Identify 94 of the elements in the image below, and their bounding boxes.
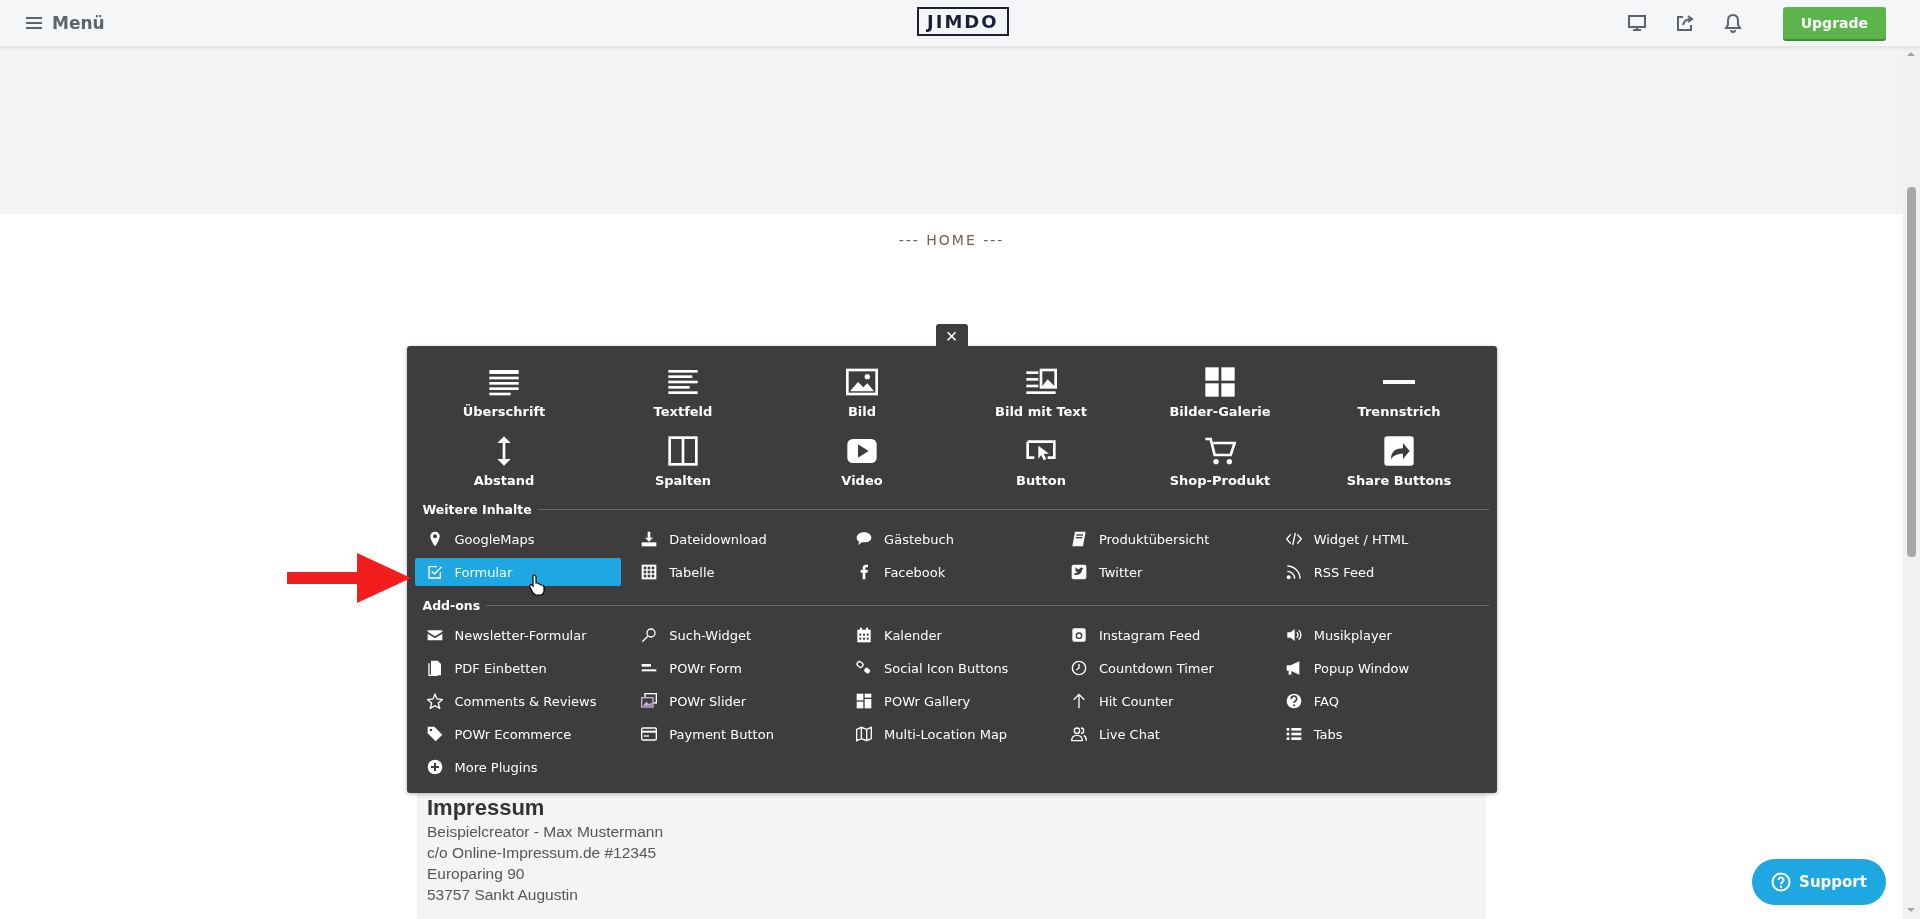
navigation-title[interactable]: --- HOME --- xyxy=(898,232,1005,248)
content-item[interactable]: Live Chat xyxy=(1058,720,1266,748)
speech-bubble-icon xyxy=(856,531,873,547)
megaphone-icon xyxy=(1285,660,1302,676)
content-item[interactable]: Social Icon Buttons xyxy=(844,654,1051,682)
scrollbar[interactable] xyxy=(1903,47,1920,919)
address-line: Beispielcreator - Max Mustermann xyxy=(427,822,665,842)
content-item[interactable]: Such-Widget xyxy=(629,621,837,649)
scroll-down-icon[interactable] xyxy=(1906,905,1916,915)
hand-cursor-icon xyxy=(528,574,545,596)
calendar-icon xyxy=(856,627,873,643)
content-item[interactable]: POWr Slider xyxy=(629,687,837,715)
content-tile[interactable]: Überschrift xyxy=(414,364,594,421)
tag-icon xyxy=(426,726,443,742)
content-tile[interactable]: Spalten xyxy=(593,433,773,490)
tiles-icon xyxy=(856,693,873,709)
magnifier-icon xyxy=(641,627,658,643)
content-item[interactable]: Hit Counter xyxy=(1058,687,1266,715)
content-tile[interactable]: Video xyxy=(772,433,952,490)
grid-icon xyxy=(1204,366,1236,398)
content-item[interactable]: More Plugins xyxy=(414,753,622,781)
code-icon xyxy=(1285,531,1302,547)
help-icon xyxy=(1285,693,1302,709)
menu-icon xyxy=(26,17,42,29)
content-item[interactable]: Comments & Reviews xyxy=(414,687,622,715)
content-item[interactable]: Musikplayer xyxy=(1273,621,1481,649)
content-item[interactable]: Produktübersicht xyxy=(1058,525,1266,553)
folded-map-icon xyxy=(856,726,873,742)
logo: JIMDO xyxy=(917,7,1009,36)
content-item[interactable]: Tabs xyxy=(1273,720,1481,748)
address-line: Europaring 90 xyxy=(427,864,526,884)
content-item[interactable]: Facebook xyxy=(844,558,1051,586)
scrollbar-thumb[interactable] xyxy=(1907,187,1916,557)
content-item[interactable]: Widget / HTML xyxy=(1273,525,1481,553)
content-item[interactable]: Gästebuch xyxy=(844,525,1051,553)
address-line: 53757 Sankt Augustin xyxy=(427,885,579,905)
impressum-title: Impressum xyxy=(427,795,546,821)
content-item[interactable]: Kalender xyxy=(844,621,1051,649)
section-title: Add-ons xyxy=(421,598,481,613)
notification-bell-icon[interactable] xyxy=(1722,13,1743,33)
content-item[interactable]: POWr Gallery xyxy=(844,687,1051,715)
content-tile[interactable]: Bild xyxy=(772,364,952,421)
share-icon[interactable] xyxy=(1674,13,1695,33)
content-tile[interactable]: Bild mit Text xyxy=(951,364,1131,421)
columns-icon xyxy=(667,435,699,467)
content-item[interactable]: Twitter xyxy=(1058,558,1266,586)
images-icon xyxy=(641,693,658,709)
close-button[interactable]: × xyxy=(935,324,968,346)
link-icon xyxy=(856,660,873,676)
content-tile[interactable]: Button xyxy=(951,433,1131,490)
rss-icon xyxy=(1285,564,1302,580)
camera-square-icon xyxy=(1070,627,1087,643)
content-item[interactable]: POWr Form xyxy=(629,654,837,682)
content-item[interactable]: Payment Button xyxy=(629,720,837,748)
content-item[interactable]: FAQ xyxy=(1273,687,1481,715)
content-item[interactable]: Multi-Location Map xyxy=(844,720,1051,748)
cart-icon xyxy=(1204,435,1236,467)
section-title: Weitere Inhalte xyxy=(421,502,532,517)
content-tile[interactable]: Bilder-Galerie xyxy=(1130,364,1310,421)
image-icon xyxy=(846,366,878,398)
content-tile[interactable]: Share Buttons xyxy=(1309,433,1489,490)
document-icon xyxy=(426,660,443,676)
plus-circle-icon xyxy=(426,759,443,775)
star-icon xyxy=(426,693,443,709)
download-icon xyxy=(641,531,658,547)
content-tile[interactable]: Textfeld xyxy=(593,364,773,421)
content-tile[interactable]: Abstand xyxy=(414,433,594,490)
content-item[interactable]: Popup Window xyxy=(1273,654,1481,682)
card-icon xyxy=(641,726,658,742)
people-icon xyxy=(1070,726,1087,742)
checkbox-icon xyxy=(426,564,443,580)
content-item[interactable]: PDF Einbetten xyxy=(414,654,622,682)
clock-icon xyxy=(1070,660,1087,676)
content-item[interactable]: Instagram Feed xyxy=(1058,621,1266,649)
speaker-icon xyxy=(1285,627,1302,643)
desktop-icon[interactable] xyxy=(1626,13,1647,33)
book-icon xyxy=(1070,531,1087,547)
menu-button[interactable]: Menü xyxy=(22,11,109,35)
address-line: c/o Online-Impressum.de #12345 xyxy=(427,843,658,863)
scroll-up-icon[interactable] xyxy=(1906,49,1916,59)
content-tile[interactable]: Shop-Produkt xyxy=(1130,433,1310,490)
content-item[interactable]: Tabelle xyxy=(629,558,837,586)
help-icon xyxy=(1771,872,1792,892)
envelope-icon xyxy=(426,627,443,643)
content-item[interactable]: GoogleMaps xyxy=(414,525,622,553)
content-item[interactable]: RSS Feed xyxy=(1273,558,1481,586)
content-tile[interactable]: Trennstrich xyxy=(1309,364,1489,421)
content-item[interactable]: Countdown Timer xyxy=(1058,654,1266,682)
list-icon xyxy=(1285,726,1302,742)
table-icon xyxy=(641,564,658,580)
content-item[interactable]: Newsletter-Formular xyxy=(414,621,622,649)
content-item[interactable]: POWr Ecommerce xyxy=(414,720,622,748)
bird-square-icon xyxy=(1070,564,1087,580)
content-item[interactable]: Dateidownload xyxy=(629,525,837,553)
